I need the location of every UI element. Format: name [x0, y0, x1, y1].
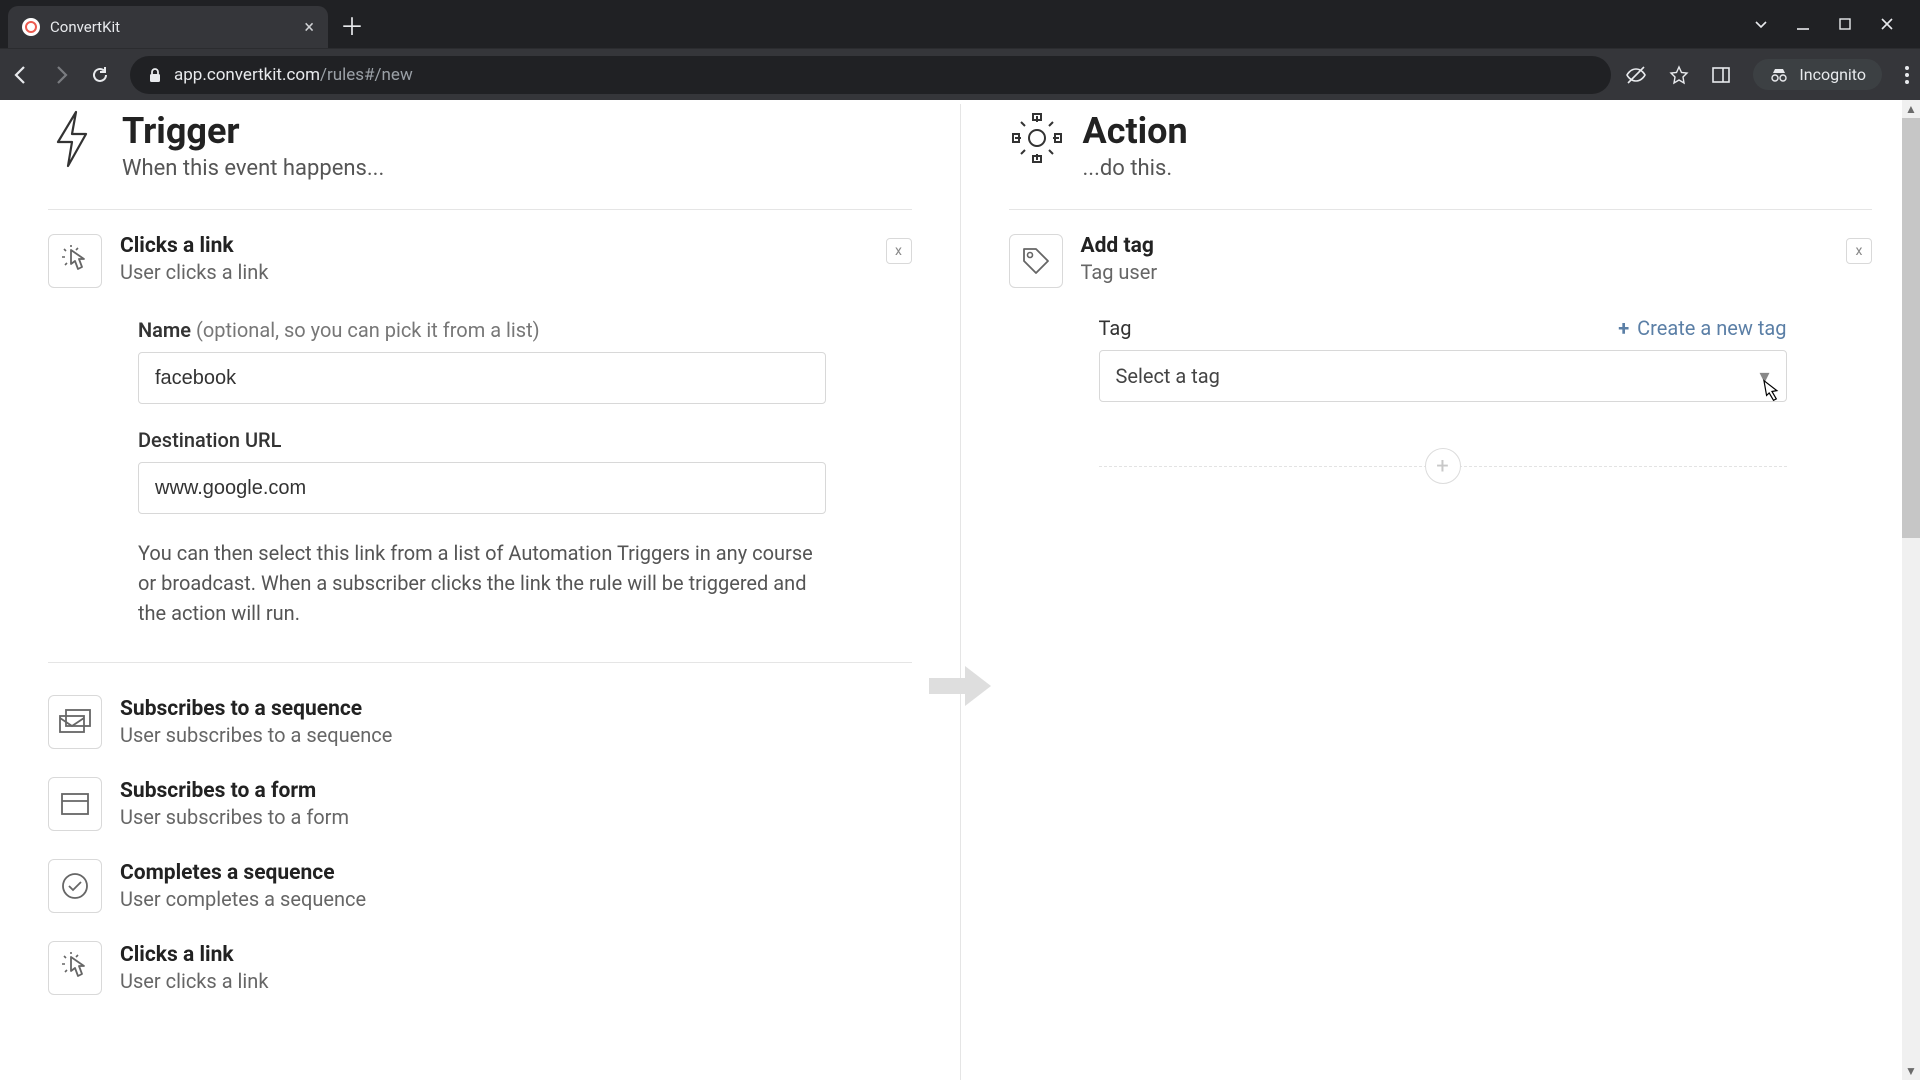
tag-select[interactable]: Select a tag ▾: [1099, 350, 1787, 402]
trigger-option-subscribes-form[interactable]: Subscribes to a form User subscribes to …: [48, 767, 912, 841]
trigger-selected-title: Clicks a link: [120, 234, 268, 258]
action-selected-title: Add tag: [1081, 234, 1158, 258]
scroll-thumb[interactable]: [1902, 118, 1920, 538]
new-tab-button[interactable]: ＋: [340, 7, 364, 42]
name-label: Name (optional, so you can pick it from …: [138, 318, 912, 342]
kebab-menu-icon[interactable]: [1904, 65, 1910, 85]
name-input[interactable]: [138, 352, 826, 404]
tag-select-placeholder: Select a tag: [1116, 364, 1220, 388]
gear-icon: [1009, 110, 1063, 166]
mail-stack-icon: [48, 695, 102, 749]
panel-icon[interactable]: [1711, 65, 1731, 85]
favicon-icon: [22, 18, 40, 36]
action-selected-subtitle: Tag user: [1081, 260, 1158, 284]
window-controls: [1754, 17, 1912, 31]
tab-bar: ConvertKit × ＋: [0, 0, 1920, 48]
form-icon: [48, 777, 102, 831]
incognito-chip[interactable]: Incognito: [1753, 59, 1882, 90]
url-host: app.convertkit.com: [174, 65, 320, 85]
trigger-form: Name (optional, so you can pick it from …: [48, 290, 912, 628]
action-remove-button[interactable]: x: [1846, 238, 1872, 264]
option-subtitle: User completes a sequence: [120, 887, 366, 911]
eye-off-icon[interactable]: [1625, 64, 1647, 86]
scroll-down-icon[interactable]: ▼: [1902, 1062, 1920, 1080]
option-title: Subscribes to a sequence: [120, 697, 392, 721]
option-subtitle: User subscribes to a sequence: [120, 723, 392, 747]
pointer-click-icon: [48, 234, 102, 288]
lock-icon: [148, 67, 162, 83]
chevron-down-icon: ▾: [1759, 364, 1769, 388]
url-field[interactable]: app.convertkit.com/rules#/new: [130, 56, 1611, 94]
add-action-divider: +: [1099, 448, 1787, 484]
trigger-header: Trigger When this event happens...: [48, 104, 912, 181]
trigger-selected-subtitle: User clicks a link: [120, 260, 268, 284]
reload-button[interactable]: [90, 65, 116, 85]
name-field-block: Name (optional, so you can pick it from …: [138, 318, 912, 404]
close-tab-icon[interactable]: ×: [304, 17, 314, 38]
incognito-icon: [1769, 68, 1789, 82]
plus-icon: +: [1618, 316, 1629, 340]
toolbar-right: Incognito: [1625, 59, 1910, 90]
tag-icon: [1009, 234, 1063, 288]
url-input[interactable]: [138, 462, 826, 514]
trigger-selected-card: Clicks a link User clicks a link x: [48, 232, 912, 290]
pointer-click-icon: [48, 941, 102, 995]
tag-label: Tag: [1099, 316, 1132, 340]
trigger-subheading: When this event happens...: [122, 156, 384, 181]
url-field-block: Destination URL: [138, 428, 912, 514]
option-title: Completes a sequence: [120, 861, 366, 885]
option-title: Subscribes to a form: [120, 779, 349, 803]
incognito-label: Incognito: [1799, 65, 1866, 84]
add-action-button[interactable]: +: [1425, 448, 1461, 484]
tab-dropdown-icon[interactable]: [1754, 17, 1768, 31]
browser-tab[interactable]: ConvertKit ×: [8, 6, 328, 48]
lightning-icon: [48, 110, 102, 168]
url-label: Destination URL: [138, 428, 912, 452]
scroll-up-icon[interactable]: ▲: [1902, 100, 1920, 118]
minimize-icon[interactable]: [1796, 17, 1810, 31]
divider: [1009, 209, 1873, 210]
option-subtitle: User clicks a link: [120, 969, 268, 993]
check-circle-icon: [48, 859, 102, 913]
trigger-option-completes-sequence[interactable]: Completes a sequence User completes a se…: [48, 849, 912, 923]
trigger-remove-button[interactable]: x: [886, 238, 912, 264]
browser-chrome: ConvertKit × ＋: [0, 0, 1920, 100]
trigger-option-clicks-link[interactable]: Clicks a link User clicks a link: [48, 931, 912, 1005]
divider: [48, 662, 912, 663]
page-content: Trigger When this event happens... Click…: [0, 100, 1920, 1080]
url-path: /rules#/new: [320, 65, 413, 85]
action-column: Action ...do this. Add tag Tag user x Ta…: [961, 104, 1920, 1080]
forward-button[interactable]: [50, 64, 76, 86]
divider: [48, 209, 912, 210]
trigger-option-subscribes-sequence[interactable]: Subscribes to a sequence User subscribes…: [48, 685, 912, 759]
action-subheading: ...do this.: [1083, 156, 1188, 181]
trigger-column: Trigger When this event happens... Click…: [0, 104, 961, 1080]
star-icon[interactable]: [1669, 65, 1689, 85]
action-form: Tag + Create a new tag Select a tag ▾ +: [1009, 290, 1873, 484]
action-header: Action ...do this.: [1009, 104, 1873, 181]
address-bar: app.convertkit.com/rules#/new Incognito: [0, 48, 1920, 100]
create-tag-button[interactable]: + Create a new tag: [1618, 316, 1786, 340]
trigger-help-text: You can then select this link from a lis…: [138, 538, 828, 628]
action-heading: Action: [1083, 110, 1188, 152]
arrow-right-icon: [925, 660, 995, 712]
option-title: Clicks a link: [120, 943, 268, 967]
tab-title: ConvertKit: [50, 18, 294, 36]
action-selected-card: Add tag Tag user x: [1009, 232, 1873, 290]
back-button[interactable]: [10, 64, 36, 86]
maximize-icon[interactable]: [1838, 17, 1852, 31]
trigger-heading: Trigger: [122, 110, 384, 152]
close-window-icon[interactable]: [1880, 17, 1894, 31]
vertical-scrollbar[interactable]: ▲ ▼: [1902, 100, 1920, 1080]
option-subtitle: User subscribes to a form: [120, 805, 349, 829]
